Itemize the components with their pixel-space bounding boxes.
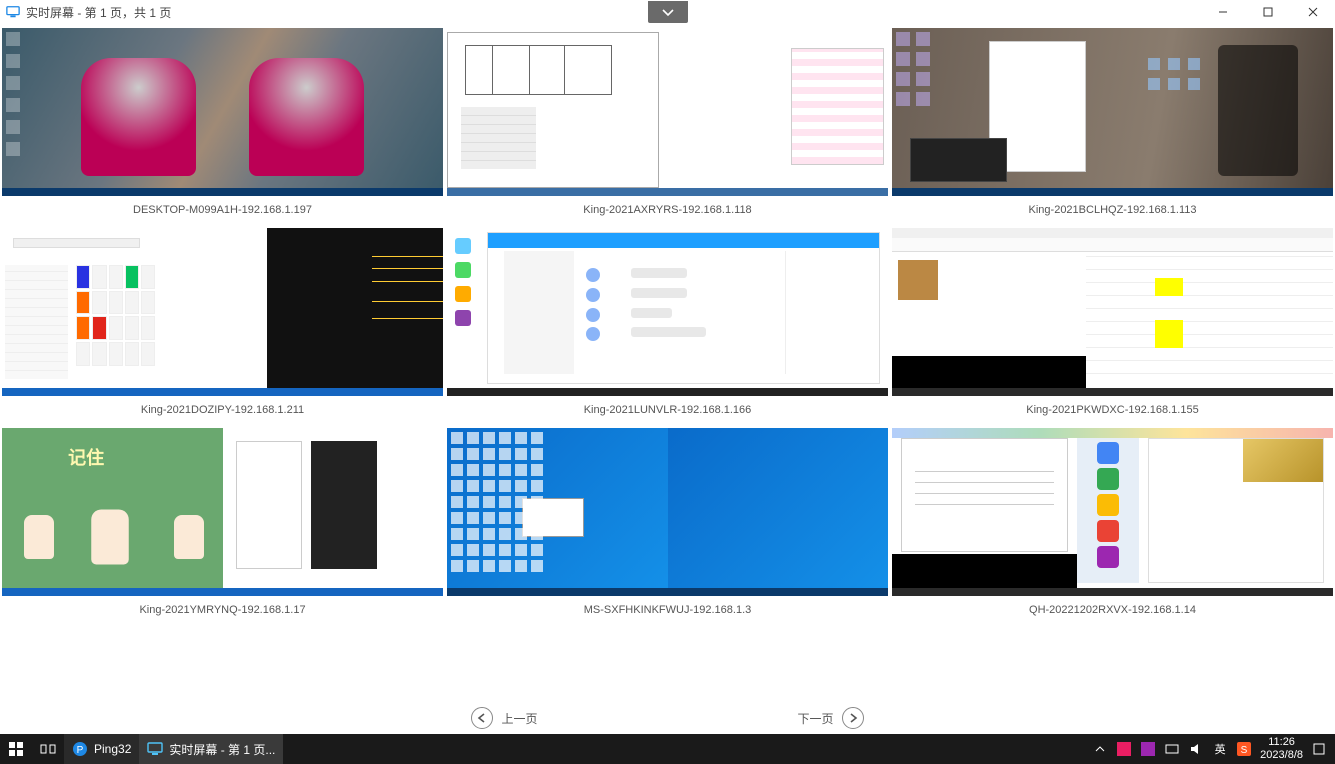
screen-cell: King-2021AXRYRS-192.168.1.118 <box>447 28 888 224</box>
tray-ime-indicator[interactable]: 英 <box>1212 741 1228 757</box>
svg-text:S: S <box>1241 745 1248 756</box>
taskbar-app-label: Ping32 <box>94 742 131 756</box>
screen-cell: King-2021LUNVLR-192.168.1.166 <box>447 228 888 424</box>
screen-label: King-2021AXRYRS-192.168.1.118 <box>447 204 888 224</box>
prev-page-label: 上一页 <box>501 710 537 727</box>
title-bar: 实时屏幕 - 第 1 页，共 1 页 <box>0 0 1335 24</box>
maximize-button[interactable] <box>1245 0 1290 24</box>
arrow-right-icon <box>842 707 864 729</box>
tray-app-icon[interactable] <box>1116 741 1132 757</box>
arrow-left-icon <box>471 707 493 729</box>
tray-date: 2023/8/8 <box>1260 749 1303 762</box>
next-page-button[interactable]: 下一页 <box>798 707 864 729</box>
screen-thumbnail[interactable] <box>447 228 888 396</box>
screen-thumbnail[interactable]: 记住 <box>2 428 443 596</box>
taskbar-app-label: 实时屏幕 - 第 1 页... <box>169 741 275 758</box>
screen-label: King-2021BCLHQZ-192.168.1.113 <box>892 204 1333 224</box>
screen-cell: DESKTOP-M099A1H-192.168.1.197 <box>2 28 443 224</box>
screen-thumbnail[interactable] <box>892 428 1333 596</box>
screen-label: DESKTOP-M099A1H-192.168.1.197 <box>2 204 443 224</box>
tray-chevron-up-icon[interactable] <box>1092 741 1108 757</box>
screen-cell: King-2021BCLHQZ-192.168.1.113 <box>892 28 1333 224</box>
taskbar-app-ping32[interactable]: P Ping32 <box>64 734 139 764</box>
screen-label: King-2021LUNVLR-192.168.1.166 <box>447 404 888 424</box>
screen-thumbnail[interactable] <box>2 28 443 196</box>
tray-app-icon[interactable] <box>1140 741 1156 757</box>
screen-label: King-2021YMRYNQ-192.168.1.17 <box>2 604 443 624</box>
screen-label: King-2021DOZIPY-192.168.1.211 <box>2 404 443 424</box>
start-button[interactable] <box>0 734 32 764</box>
window-title: 实时屏幕 - 第 1 页，共 1 页 <box>26 4 171 21</box>
tray-clock[interactable]: 11:26 2023/8/8 <box>1260 736 1303 762</box>
screen-cell: MS-SXFHKINKFWUJ-192.168.1.3 <box>447 428 888 624</box>
screen-thumbnail[interactable] <box>892 228 1333 396</box>
screen-thumbnail[interactable] <box>892 28 1333 196</box>
screen-cell: QH-20221202RXVX-192.168.1.14 <box>892 428 1333 624</box>
close-button[interactable] <box>1290 0 1335 24</box>
tray-volume-icon[interactable] <box>1188 741 1204 757</box>
screen-label: King-2021PKWDXC-192.168.1.155 <box>892 404 1333 424</box>
screen-grid: DESKTOP-M099A1H-192.168.1.197 King-2021A… <box>2 28 1333 624</box>
window-controls <box>1200 0 1335 24</box>
next-page-label: 下一页 <box>798 710 834 727</box>
screen-cell: King-2021DOZIPY-192.168.1.211 <box>2 228 443 424</box>
screen-thumbnail[interactable] <box>2 228 443 396</box>
minimize-button[interactable] <box>1200 0 1245 24</box>
collapse-toolbar-button[interactable] <box>648 1 688 23</box>
screen-cell: 记住 King-2021YMRYNQ-192.168.1.17 <box>2 428 443 624</box>
cartoon-heading: 记住 <box>68 444 104 470</box>
tray-time: 11:26 <box>1260 736 1303 749</box>
screen-thumbnail[interactable] <box>447 428 888 596</box>
tray-sogou-icon[interactable]: S <box>1236 741 1252 757</box>
taskbar-app-realtime-screen[interactable]: 实时屏幕 - 第 1 页... <box>139 734 283 764</box>
screen-thumbnail[interactable] <box>447 28 888 196</box>
ping32-icon: P <box>72 741 88 757</box>
pagination: 上一页 下一页 <box>0 706 1335 730</box>
tray-notifications-icon[interactable] <box>1311 741 1327 757</box>
monitor-icon <box>6 5 20 19</box>
screen-grid-container: DESKTOP-M099A1H-192.168.1.197 King-2021A… <box>0 24 1335 706</box>
taskbar: P Ping32 实时屏幕 - 第 1 页... 英 S 11:26 2023/… <box>0 734 1335 764</box>
screen-cell: King-2021PKWDXC-192.168.1.155 <box>892 228 1333 424</box>
task-view-button[interactable] <box>32 734 64 764</box>
tray-network-icon[interactable] <box>1164 741 1180 757</box>
screen-label: QH-20221202RXVX-192.168.1.14 <box>892 604 1333 624</box>
monitor-icon <box>147 741 163 757</box>
system-tray: 英 S 11:26 2023/8/8 <box>1092 736 1335 762</box>
prev-page-button[interactable]: 上一页 <box>471 707 537 729</box>
svg-text:P: P <box>77 745 84 756</box>
screen-label: MS-SXFHKINKFWUJ-192.168.1.3 <box>447 604 888 624</box>
